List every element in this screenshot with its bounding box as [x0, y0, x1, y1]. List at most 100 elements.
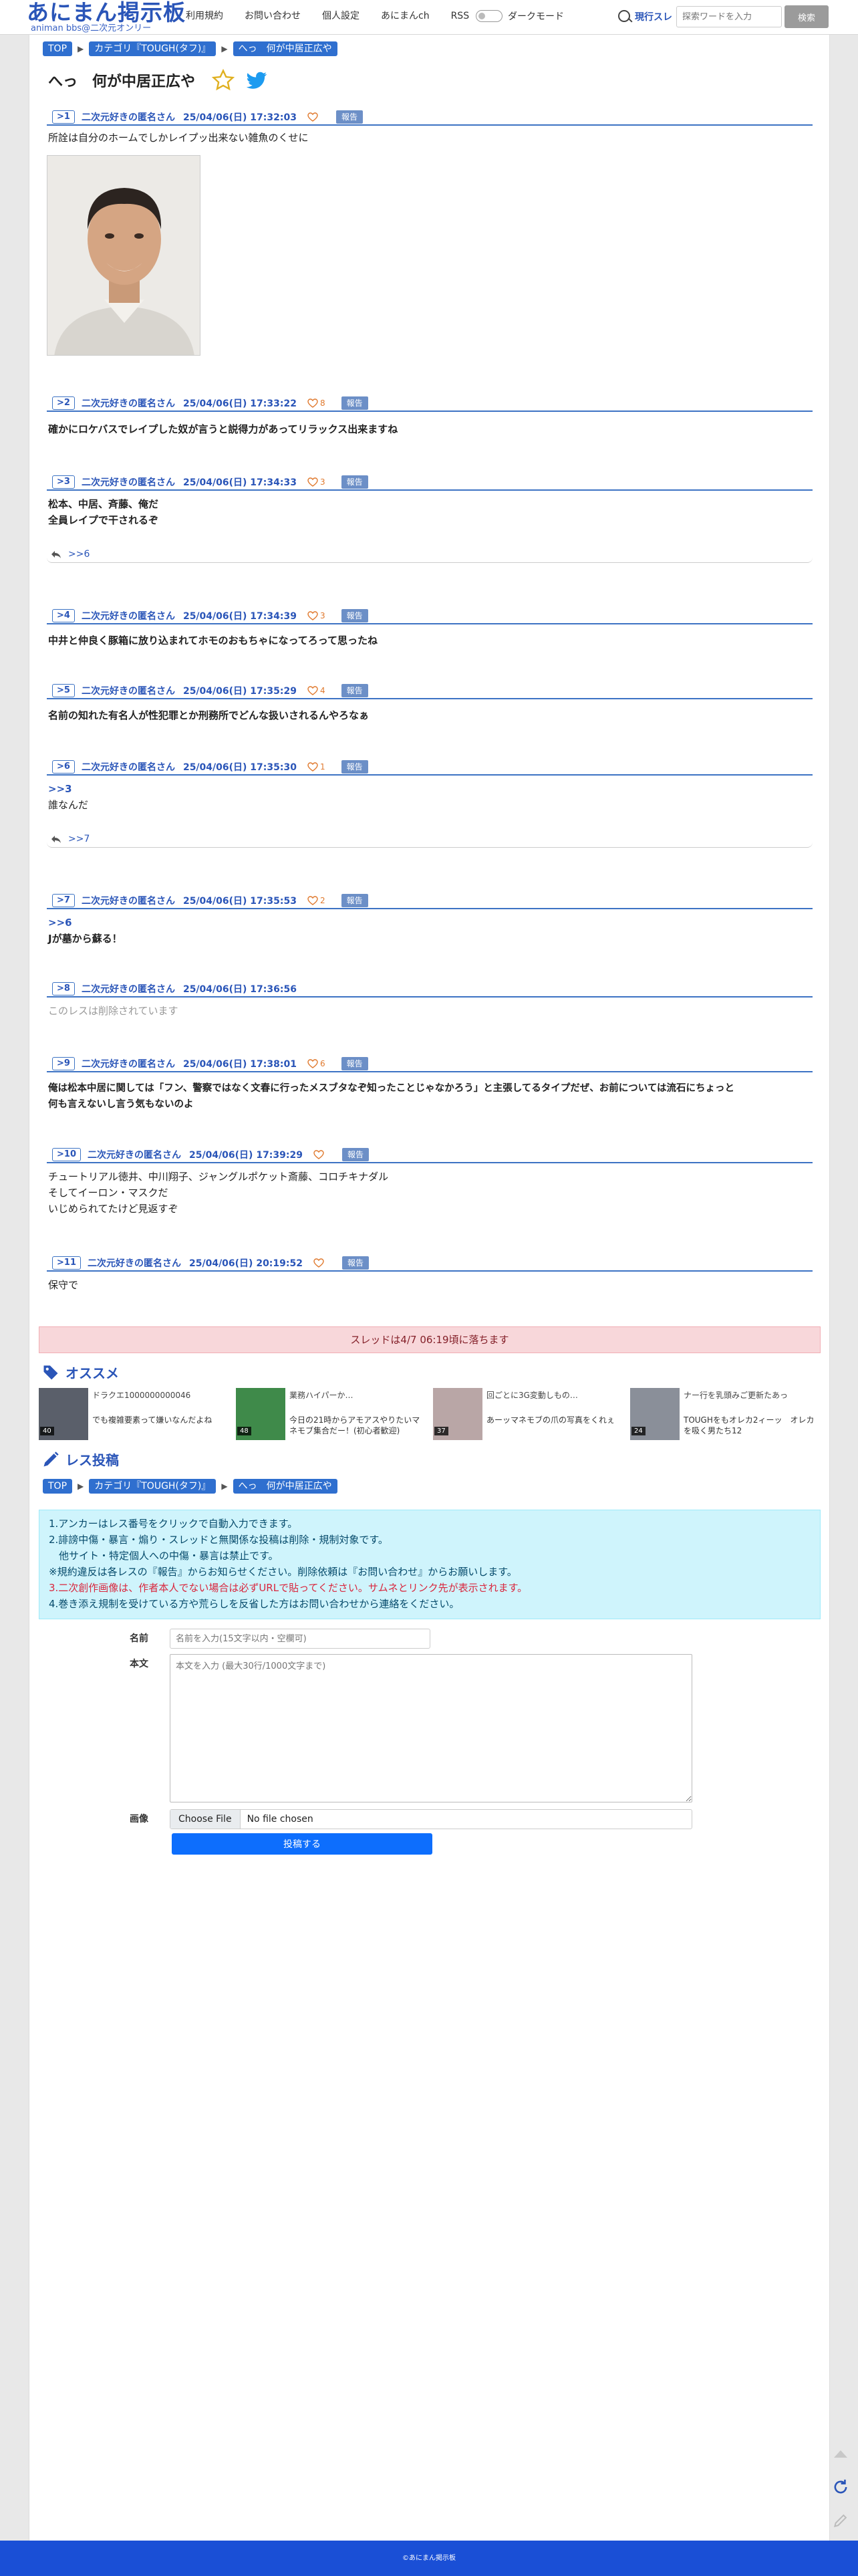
twitter-share-icon[interactable] [245, 68, 269, 92]
search-area: 現行スレ 検索 [615, 5, 829, 28]
post-line: チュートリアル徳井、中川翔子、ジャングルポケット斎藤、コロチキナダル [48, 1171, 389, 1183]
res-number[interactable]: >10 [52, 1148, 81, 1161]
breadcrumb-top[interactable]: TOP [43, 41, 73, 56]
submit-post-button[interactable]: 投稿する [172, 1833, 432, 1855]
like-button[interactable]: 8 [307, 398, 325, 408]
res-number[interactable]: >6 [52, 760, 75, 774]
report-button[interactable]: 報告 [341, 894, 368, 907]
site-header: あにまん掲示板 animan bbs@二次元オンリー 利用規約 お問い合わせ 個… [0, 0, 858, 35]
like-button[interactable]: 1 [307, 762, 325, 772]
post-image[interactable] [47, 155, 200, 356]
write-post-button[interactable] [827, 2507, 854, 2534]
like-button[interactable] [307, 112, 320, 122]
res-number[interactable]: >5 [52, 684, 75, 697]
res-number[interactable]: >11 [52, 1256, 81, 1270]
like-button[interactable] [313, 1258, 326, 1268]
res-number[interactable]: >3 [52, 475, 75, 489]
breadcrumb-separator: ▶ [78, 44, 84, 53]
post-header: >8 二次元好きの匿名さん 25/04/06(日) 17:36:56 [47, 981, 813, 998]
recommend-item-desc: あーッマネモブの爪の写真をくれぇ [486, 1415, 615, 1425]
post-header: >7 二次元好きの匿名さん 25/04/06(日) 17:35:53 2 報告 [47, 893, 813, 909]
like-button[interactable] [313, 1150, 326, 1159]
breadcrumb-category[interactable]: カテゴリ『TOUGH(タフ)』 [89, 41, 217, 56]
file-input[interactable]: Choose File No file chosen [170, 1809, 692, 1829]
like-button[interactable]: 3 [307, 477, 325, 487]
recommend-item[interactable]: 48 業務ハイパーか… 今日の21時からアモアスやりたいマネモブ集合だー！(初心… [236, 1388, 430, 1448]
report-button[interactable]: 報告 [341, 1148, 369, 1161]
dark-mode-switch[interactable] [476, 10, 503, 22]
breadcrumb-top[interactable]: TOP [43, 1479, 73, 1494]
poster-name: 二次元好きの匿名さん [81, 112, 175, 123]
reply-anchor[interactable]: >>7 [68, 834, 90, 844]
like-button[interactable]: 4 [307, 686, 325, 695]
anchor-link[interactable]: >>3 [48, 781, 811, 797]
report-button[interactable]: 報告 [341, 396, 368, 410]
res-number[interactable]: >2 [52, 396, 75, 410]
poster-name: 二次元好きの匿名さん [81, 1059, 175, 1070]
recommend-item[interactable]: 37 回ごとに3G変動しもの… あーッマネモブの爪の写真をくれぇ [433, 1388, 627, 1448]
nav-settings[interactable]: 個人設定 [311, 9, 370, 23]
nav-rss[interactable]: RSS [440, 9, 480, 23]
like-count: 3 [319, 477, 325, 487]
like-count: 4 [319, 686, 325, 695]
report-button[interactable]: 報告 [341, 1057, 368, 1070]
breadcrumb-thread[interactable]: へっ 何が中居正広や [233, 41, 337, 56]
res-number[interactable]: >7 [52, 894, 75, 907]
logo-sub-text: animan bbs@二次元オンリー [31, 23, 152, 33]
recommend-item-title: 業務ハイパーか… [289, 1391, 353, 1400]
scroll-top-button[interactable] [827, 2440, 854, 2467]
report-button[interactable]: 報告 [341, 1256, 369, 1270]
search-button[interactable]: 検索 [784, 5, 829, 28]
post-date: 25/04/06(日) 17:32:03 [182, 112, 297, 123]
search-scope[interactable]: 現行スレ [635, 10, 672, 23]
breadcrumb-separator: ▶ [221, 44, 228, 53]
recommend-item[interactable]: 24 ナー行を乳頭みご更新たあっ TOUGHをもオレカ2ィーッ オレカを吸く男た… [630, 1388, 824, 1448]
nav-terms[interactable]: 利用規約 [175, 9, 234, 23]
like-button[interactable]: 6 [307, 1059, 325, 1068]
res-number[interactable]: >9 [52, 1057, 75, 1070]
report-button[interactable]: 報告 [341, 475, 368, 489]
breadcrumb-thread[interactable]: へっ 何が中居正広や [233, 1479, 337, 1494]
report-button[interactable]: 報告 [335, 110, 363, 124]
res-number[interactable]: >1 [52, 110, 75, 124]
reply-link[interactable]: >>6 [47, 546, 813, 563]
choose-file-button[interactable]: Choose File [170, 1810, 241, 1829]
nav-contact[interactable]: お問い合わせ [234, 9, 311, 23]
heart-icon [307, 398, 318, 408]
res-number[interactable]: >8 [52, 982, 75, 996]
reply-anchor[interactable]: >>6 [68, 549, 90, 560]
name-input[interactable] [170, 1629, 430, 1649]
dark-mode-toggle[interactable]: ダークモード [476, 9, 564, 23]
report-button[interactable]: 報告 [341, 684, 368, 697]
reload-button[interactable] [827, 2474, 854, 2500]
recommend-item[interactable]: 40 ドラクエ1000000000046 でも複雑要素って嫌いなんだよね [39, 1388, 233, 1448]
body-row: 本文 [130, 1654, 692, 1802]
name-label: 名前 [130, 1633, 148, 1644]
search-input[interactable] [676, 6, 782, 27]
rule-line: 1.アンカーはレス番号をクリックで自動入力できます。 [49, 1518, 298, 1530]
recommend-list: 40 ドラクエ1000000000046 でも複雑要素って嫌いなんだよね 48 … [39, 1388, 827, 1448]
post-line: 何も言えないし言う気もないのよ [48, 1099, 194, 1110]
reply-link[interactable]: >>7 [47, 830, 813, 848]
anchor-link[interactable]: >>6 [48, 915, 811, 931]
post-body: 俺は松本中居に関しては「フン、警察ではなく文春に行ったメスブタなぞ知ったことじゃ… [47, 1072, 813, 1117]
report-button[interactable]: 報告 [341, 760, 368, 774]
nav-animan-ch[interactable]: あにまんch [370, 9, 440, 23]
like-button[interactable]: 2 [307, 896, 325, 905]
like-button[interactable]: 3 [307, 611, 325, 620]
site-logo[interactable]: あにまん掲示板 animan bbs@二次元オンリー [27, 1, 185, 33]
body-textarea[interactable] [170, 1654, 692, 1802]
post-date: 25/04/06(日) 17:35:29 [182, 686, 297, 697]
res-number[interactable]: >4 [52, 609, 75, 622]
post-item: >8 二次元好きの匿名さん 25/04/06(日) 17:36:56 このレスは… [47, 981, 813, 1023]
recommend-item-desc: 今日の21時からアモアスやりたいマネモブ集合だー！(初心者歓迎) [289, 1415, 420, 1435]
post-header: >1 二次元好きの匿名さん 25/04/06(日) 17:32:03 報告 [47, 110, 813, 126]
heart-icon [307, 112, 318, 122]
report-button[interactable]: 報告 [341, 609, 368, 622]
favorite-star-icon[interactable] [211, 68, 235, 92]
tag-icon [43, 1365, 58, 1379]
breadcrumb-category[interactable]: カテゴリ『TOUGH(タフ)』 [89, 1479, 217, 1494]
post-item: >4 二次元好きの匿名さん 25/04/06(日) 17:34:39 3 報告 … [47, 608, 813, 653]
post-body: 保守で [48, 1279, 79, 1291]
main-content: TOP ▶ カテゴリ『TOUGH(タフ)』 ▶ へっ 何が中居正広や へっ 何が… [29, 35, 830, 2541]
